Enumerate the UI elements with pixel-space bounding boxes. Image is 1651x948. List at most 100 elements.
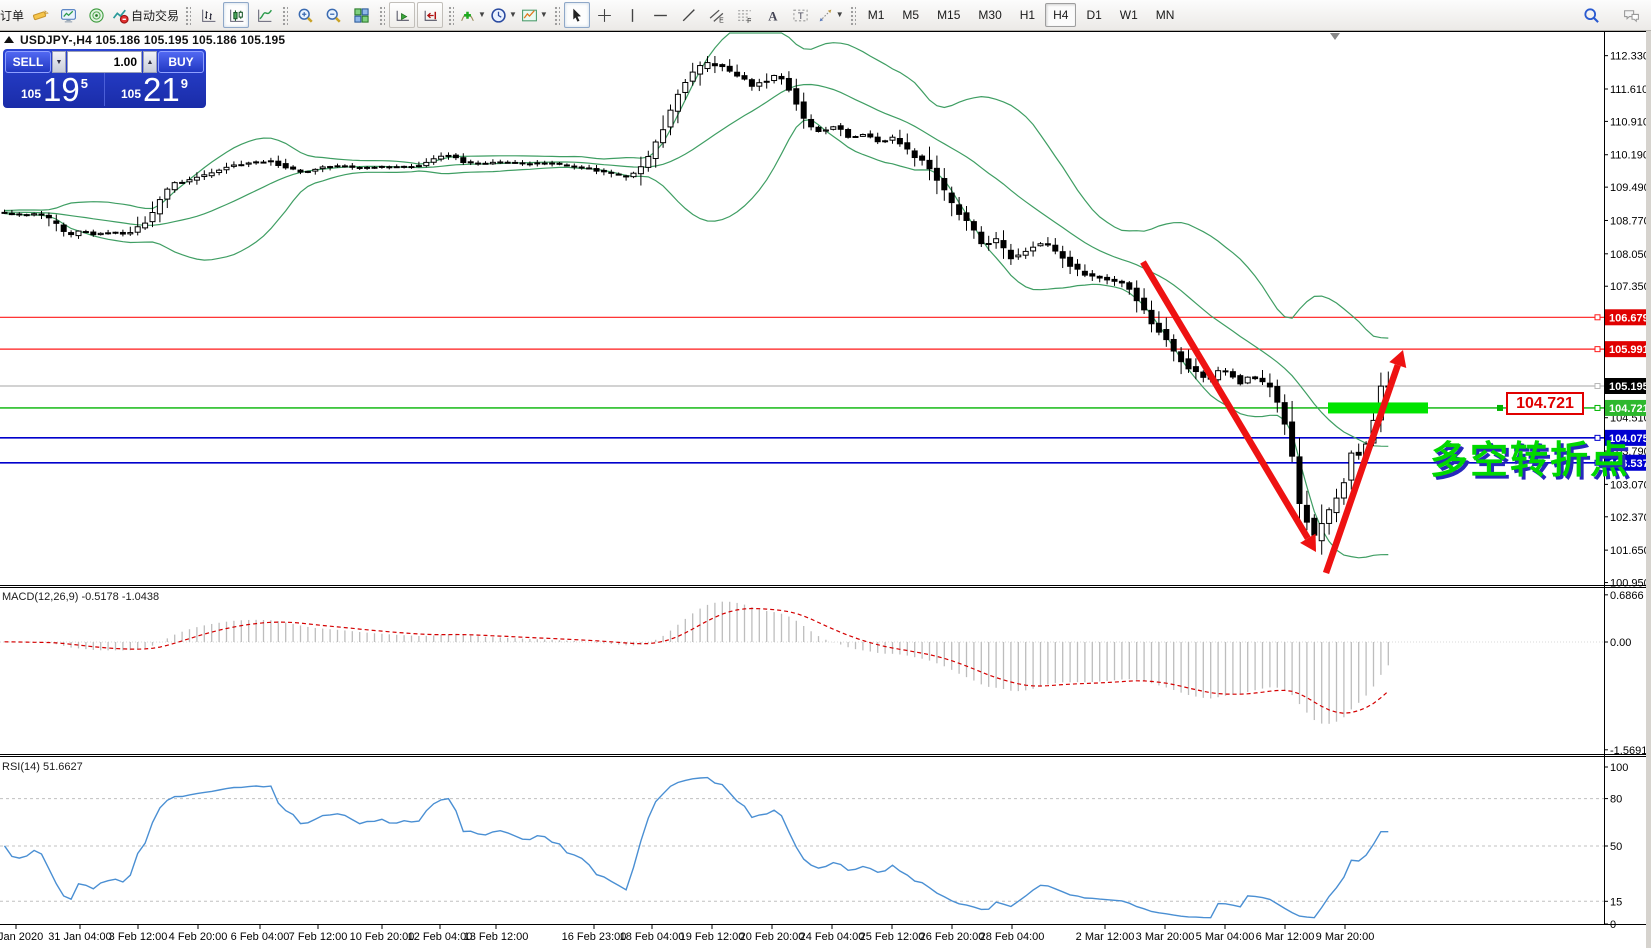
- highlight-bar[interactable]: [1328, 402, 1428, 413]
- channel-button[interactable]: E: [704, 2, 730, 28]
- hline-anchor[interactable]: [1595, 315, 1600, 320]
- dropdown-caret-icon[interactable]: ▼: [540, 11, 548, 19]
- trend-arrows[interactable]: [1143, 262, 1406, 573]
- toolbar-grip[interactable]: [553, 5, 560, 25]
- hline-anchor[interactable]: [1595, 405, 1600, 410]
- bar-chart-button[interactable]: [195, 2, 221, 28]
- sell-button[interactable]: SELL: [5, 51, 51, 73]
- trend-icon: [680, 7, 697, 24]
- volume-input[interactable]: 1.00: [67, 51, 142, 73]
- horizontal-line-objects[interactable]: [0, 315, 1604, 465]
- candlestick-button[interactable]: [223, 2, 249, 28]
- candle: [838, 126, 843, 130]
- time-axis[interactable]: 9 Jan 202031 Jan 04:003 Feb 12:004 Feb 2…: [0, 925, 1374, 943]
- periods-button[interactable]: ▼: [489, 2, 518, 28]
- candle: [372, 167, 377, 168]
- candle: [91, 232, 96, 235]
- cursor-button[interactable]: [564, 2, 590, 28]
- candle: [32, 214, 37, 215]
- arrow-line[interactable]: [1143, 262, 1308, 538]
- candle: [1127, 283, 1132, 289]
- chart-title-text: USDJPY-,H4 105.186 105.195 105.186 105.1…: [20, 33, 285, 47]
- crosshair-button[interactable]: [592, 2, 618, 28]
- toolbar-grip[interactable]: [447, 5, 454, 25]
- sell-price[interactable]: 105 19 5: [5, 73, 105, 106]
- zoom-in-button[interactable]: [292, 2, 318, 28]
- toolbar-grip[interactable]: [849, 5, 856, 25]
- time-tick-label: 9 Mar 20:00: [1316, 931, 1375, 943]
- indicators-button[interactable]: ▼: [458, 2, 487, 28]
- tf-m15-button[interactable]: M15: [929, 3, 968, 27]
- arrows-button[interactable]: ▼: [816, 2, 845, 28]
- chat-button[interactable]: [1618, 2, 1644, 28]
- trendline-button[interactable]: [676, 2, 702, 28]
- search-button[interactable]: [1578, 2, 1604, 28]
- shapes-icon: [817, 7, 834, 24]
- tf-w1-button[interactable]: W1: [1112, 3, 1146, 27]
- tf-m5-button[interactable]: M5: [894, 3, 927, 27]
- dropdown-caret-icon[interactable]: ▼: [478, 11, 486, 19]
- auto-trading-button[interactable]: 自动交易: [111, 2, 180, 28]
- chart-canvas[interactable]: 112.330111.610110.910110.190109.490108.7…: [0, 0, 1651, 948]
- candle: [964, 213, 969, 221]
- candle: [2, 212, 7, 213]
- dropdown-caret-icon[interactable]: ▼: [509, 11, 517, 19]
- candle: [172, 183, 177, 190]
- text-label-button[interactable]: T: [788, 2, 814, 28]
- auto-scroll-button[interactable]: [389, 2, 415, 28]
- templates-button[interactable]: ▼: [520, 2, 549, 28]
- arrow-line[interactable]: [1326, 365, 1398, 573]
- zoom-out-button[interactable]: [320, 2, 346, 28]
- hline-anchor[interactable]: [1595, 384, 1600, 389]
- price-axis[interactable]: 112.330111.610110.910110.190109.490108.7…: [1604, 51, 1650, 931]
- tf-mn-button[interactable]: MN: [1148, 3, 1183, 27]
- candle: [320, 167, 325, 169]
- time-tick-label: 26 Feb 20:00: [920, 931, 985, 943]
- vertical-line-button[interactable]: [620, 2, 646, 28]
- toolbar-grip[interactable]: [281, 5, 288, 25]
- sell-price-big: 19: [43, 75, 80, 105]
- toolbar-group-scroll: [388, 2, 444, 28]
- autotrade-icon: [112, 7, 129, 24]
- time-tick-label: 20 Feb 20:00: [740, 931, 805, 943]
- line-chart-button[interactable]: [251, 2, 277, 28]
- tf-d1-button[interactable]: D1: [1078, 3, 1109, 27]
- collapse-panel-icon[interactable]: [4, 36, 14, 43]
- candle: [61, 225, 66, 231]
- candle: [979, 232, 984, 243]
- buy-button[interactable]: BUY: [158, 51, 204, 73]
- candle: [646, 157, 651, 168]
- candle: [1008, 250, 1013, 258]
- candle: [1171, 339, 1176, 351]
- volume-up-button[interactable]: ▲: [143, 51, 157, 73]
- chart-shift-marker-icon[interactable]: [1330, 33, 1340, 40]
- tf-h1-button[interactable]: H1: [1012, 3, 1043, 27]
- chart-shift-button[interactable]: [417, 2, 443, 28]
- hline-anchor[interactable]: [1595, 347, 1600, 352]
- tf-m30-button[interactable]: M30: [970, 3, 1009, 27]
- tf-h4-button[interactable]: H4: [1045, 3, 1076, 27]
- candle: [1193, 367, 1198, 372]
- price-tick-label: 101.650: [1610, 545, 1650, 557]
- volume-down-button[interactable]: ▼: [52, 51, 66, 73]
- terminal-button[interactable]: [55, 2, 81, 28]
- candle: [1023, 251, 1028, 255]
- toolbar-grip[interactable]: [184, 5, 191, 25]
- buy-price[interactable]: 105 21 9: [105, 73, 204, 106]
- toolbar-grip[interactable]: [378, 5, 385, 25]
- bars-icon: [200, 7, 217, 24]
- callout-anchor[interactable]: [1497, 405, 1503, 411]
- indicator-gridlines: [0, 642, 1604, 901]
- highlighter-button[interactable]: [27, 2, 53, 28]
- price-callout-box[interactable]: 104.721: [1506, 392, 1584, 415]
- dropdown-caret-icon[interactable]: ▼: [836, 11, 844, 19]
- fibonacci-button[interactable]: F: [732, 2, 758, 28]
- text-button[interactable]: A: [760, 2, 786, 28]
- horizontal-line-button[interactable]: [648, 2, 674, 28]
- candle: [1038, 244, 1043, 246]
- tf-m1-button[interactable]: M1: [860, 3, 893, 27]
- new-order-button[interactable]: 新订单: [0, 2, 25, 28]
- tile-windows-button[interactable]: [348, 2, 374, 28]
- signals-button[interactable]: [83, 2, 109, 28]
- macd-tick-label: 0.6866: [1610, 590, 1644, 602]
